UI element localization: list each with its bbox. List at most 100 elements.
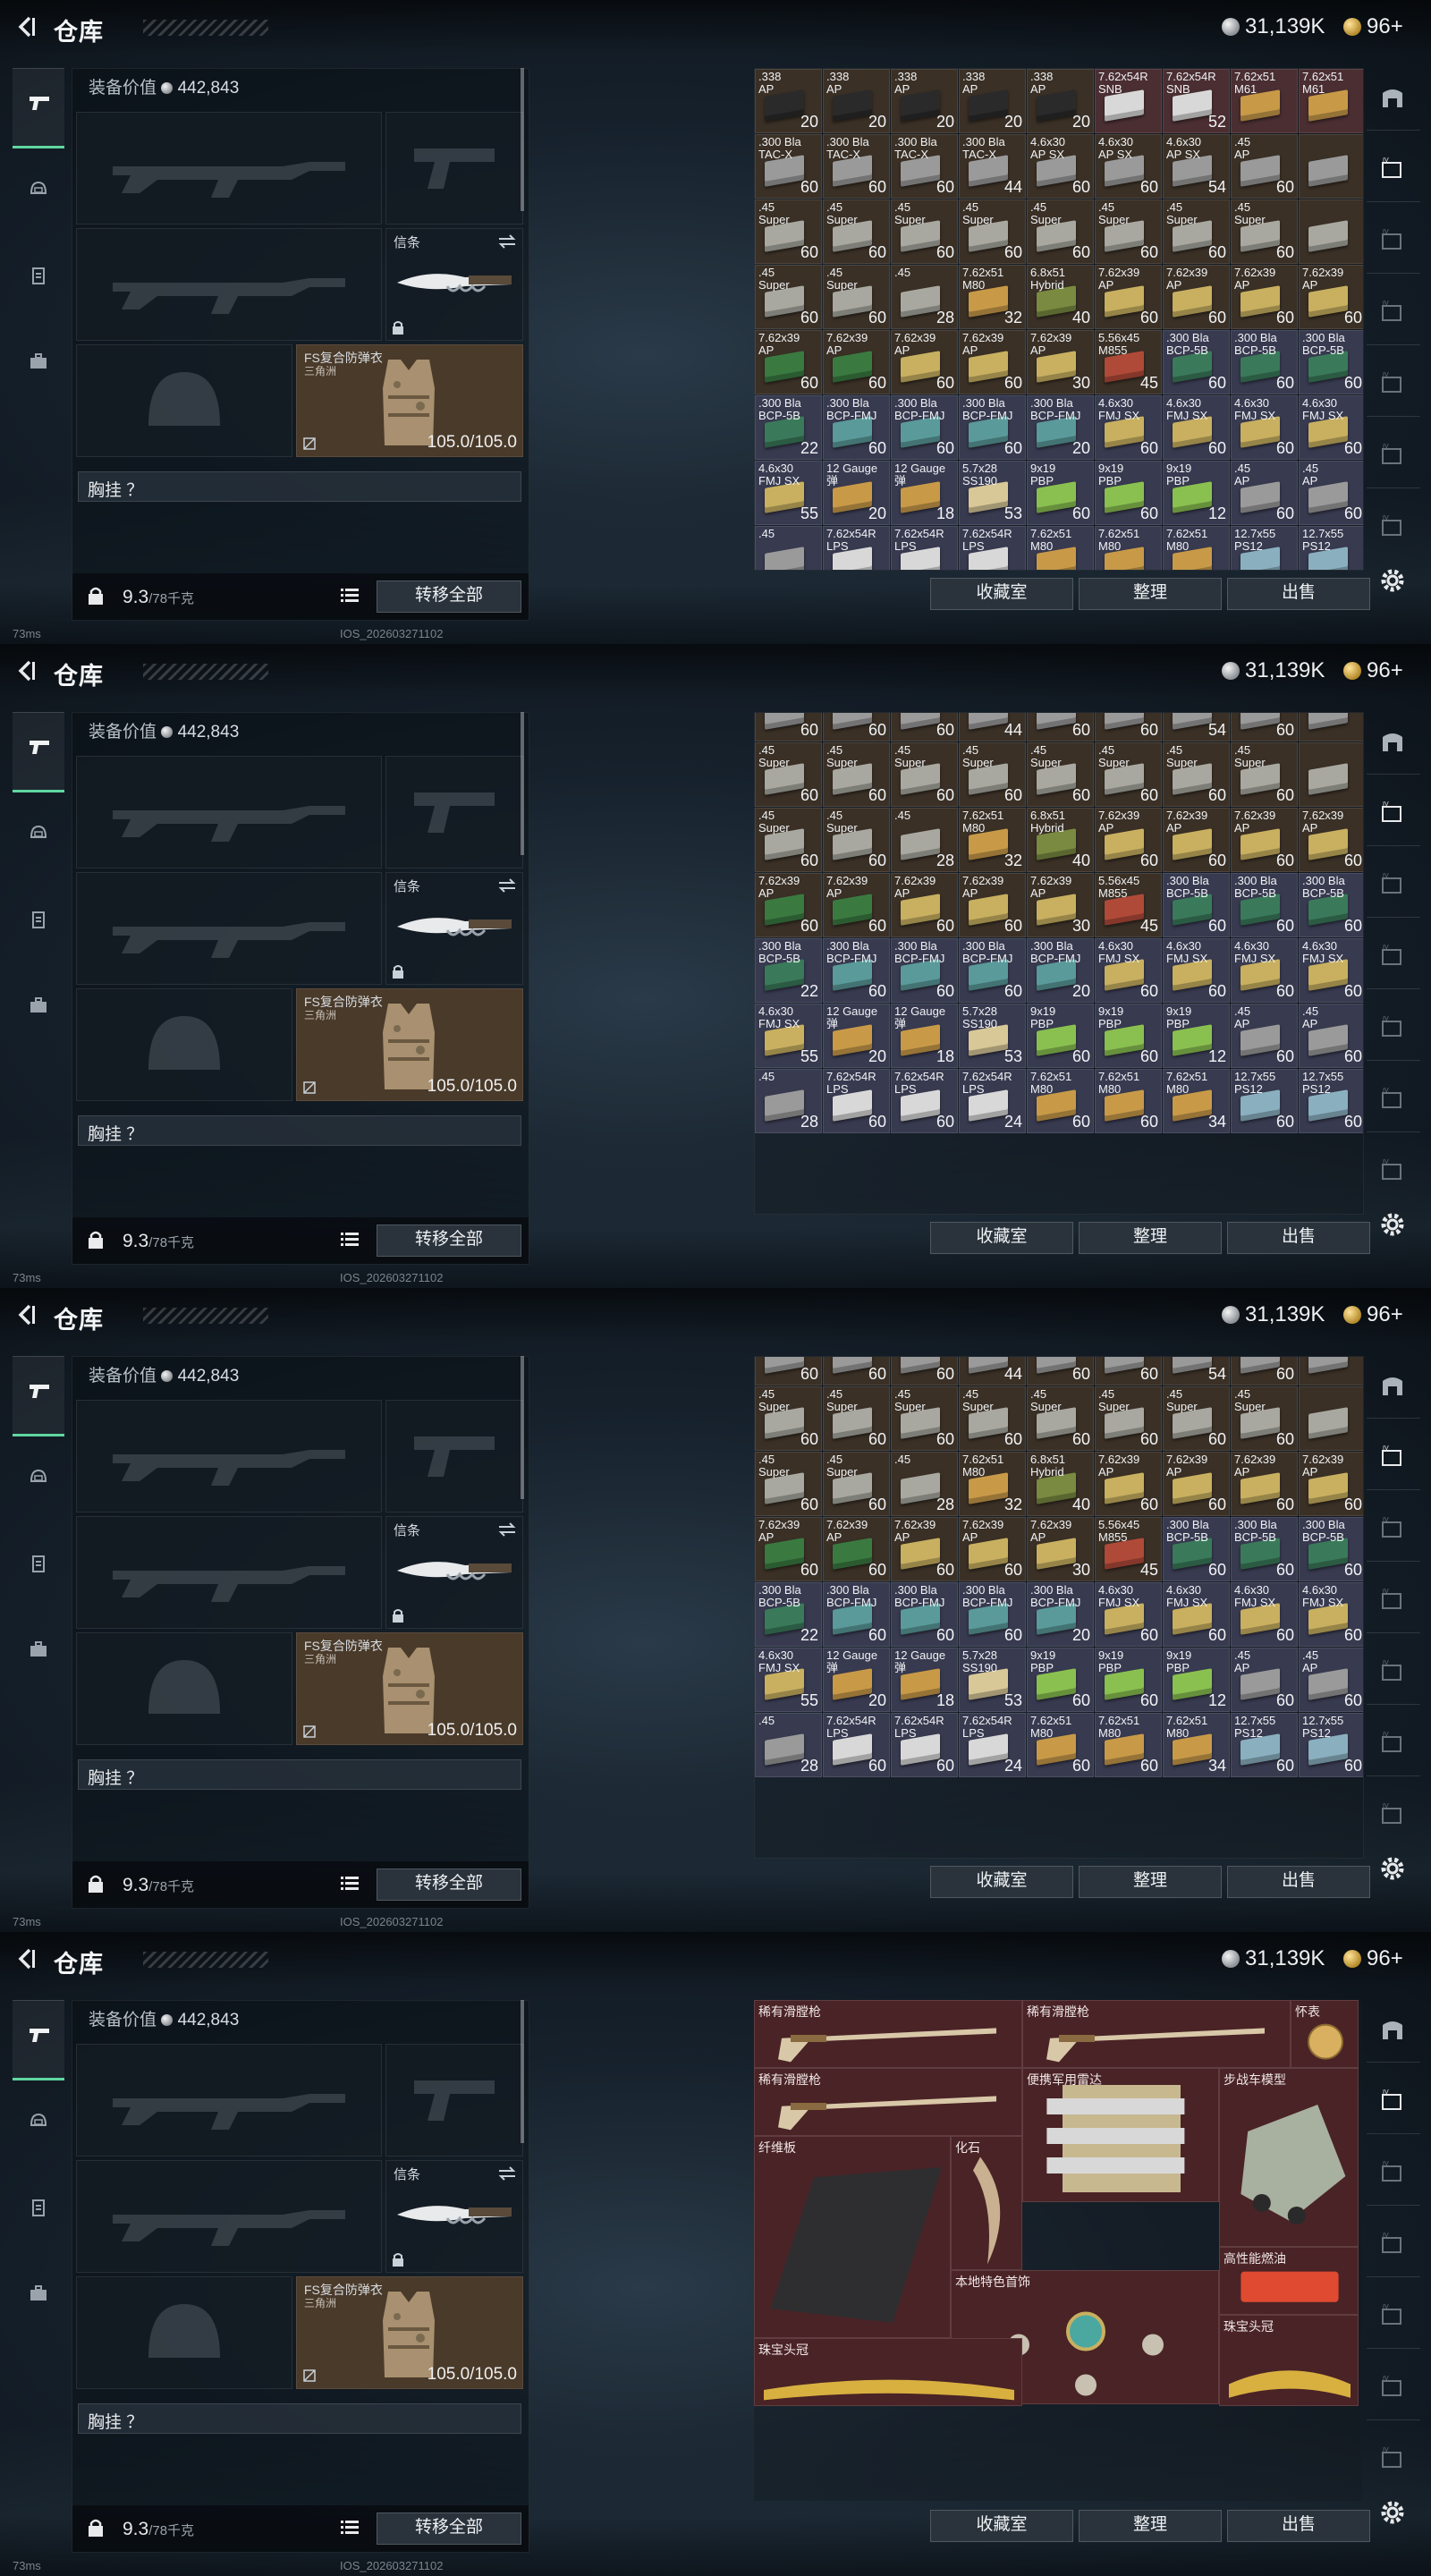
ammo-item[interactable]: 7.62x39 AP 60: [823, 1517, 890, 1581]
sell-button[interactable]: 出售: [1227, 1222, 1370, 1254]
ammo-item[interactable]: 7.62x54R LPS 60: [823, 1069, 890, 1133]
ammo-item[interactable]: 7.62x39 AP 60: [959, 330, 1026, 394]
ammo-item[interactable]: 9x19 PBP 60: [1027, 461, 1094, 525]
ammo-item[interactable]: .45 Super 60: [755, 808, 822, 872]
ammo-item[interactable]: 5.7x28 SS190 53: [959, 1648, 1026, 1712]
ammo-item[interactable]: .45 AP 60: [1299, 461, 1363, 525]
collection-item[interactable]: 稀有滑膛枪: [754, 2068, 1022, 2136]
ammo-item[interactable]: 5.7x28 SS190 53: [959, 1004, 1026, 1068]
ammo-item[interactable]: 7.62x51 M80 60: [1095, 1069, 1162, 1133]
ammo-item[interactable]: .300 Bla BCP-FMJ 60: [891, 1582, 958, 1647]
gold-currency[interactable]: 96+: [1343, 14, 1403, 39]
right-nav-item[interactable]: IV: [1367, 855, 1420, 918]
ammo-item[interactable]: 7.62x51 M80 60: [1027, 1713, 1094, 1777]
nav-weapons[interactable]: [13, 2000, 64, 2080]
secondary-weapon-slot[interactable]: [76, 228, 382, 341]
ammo-item[interactable]: .300 Bla BCP-5B 60: [1231, 330, 1298, 394]
sell-button[interactable]: 出售: [1227, 578, 1370, 610]
secondary-weapon-slot[interactable]: [76, 1516, 382, 1629]
right-nav-item[interactable]: IV: [1367, 1642, 1420, 1705]
ammo-item[interactable]: .45 AP 60: [1231, 1648, 1298, 1712]
collection-item[interactable]: 珠宝头冠: [754, 2338, 1022, 2406]
ammo-item[interactable]: 12 Gauge 弹 18: [891, 1004, 958, 1068]
ammo-item[interactable]: 7.62x39 AP 60: [823, 330, 890, 394]
ammo-item[interactable]: 60: [755, 1357, 822, 1385]
swap-icon[interactable]: [497, 1522, 517, 1537]
helmet-slot[interactable]: [76, 1632, 292, 1745]
ammo-item[interactable]: 7.62x39 AP 60: [1095, 1452, 1162, 1516]
ammo-item[interactable]: 4.6x30 FMJ SX 60: [1299, 395, 1363, 460]
ammo-item[interactable]: .300 Bla BCP-5B 60: [1299, 330, 1363, 394]
right-nav-item[interactable]: IV: [1367, 354, 1420, 417]
collection-item[interactable]: 纤维板: [754, 2136, 951, 2338]
ammo-item[interactable]: .338 AP 20: [891, 69, 958, 133]
ammo-item[interactable]: .45 Super 60: [1231, 1386, 1298, 1451]
ammo-item[interactable]: .45 Super 60: [1163, 742, 1230, 807]
ammo-item[interactable]: 4.6x30 FMJ SX 60: [1299, 938, 1363, 1003]
ammo-item[interactable]: 7.62x51 M61: [1231, 69, 1298, 133]
ammo-item[interactable]: 9x19 PBP 60: [1027, 1004, 1094, 1068]
ammo-item[interactable]: .300 Bla TAC-X 60: [891, 134, 958, 199]
ammo-item[interactable]: 7.62x54R LPS 24: [959, 1713, 1026, 1777]
ammo-item[interactable]: .45 28: [891, 808, 958, 872]
knife-slot[interactable]: 信条: [385, 1516, 523, 1629]
nav-backpack[interactable]: [13, 970, 64, 1046]
ammo-item[interactable]: 4.6x30 FMJ SX 55: [755, 1004, 822, 1068]
ammo-item[interactable]: .45 Super 60: [1027, 742, 1094, 807]
ammo-item[interactable]: 60: [1095, 713, 1162, 741]
ammo-item[interactable]: 9x19 PBP 60: [1095, 1004, 1162, 1068]
ammo-item[interactable]: .45 Super 60: [823, 742, 890, 807]
ammo-item[interactable]: 7.62x39 AP 30: [1027, 330, 1094, 394]
ammo-item[interactable]: .300 Bla BCP-FMJ 20: [1027, 938, 1094, 1003]
gear-icon[interactable]: [1377, 565, 1408, 596]
gold-currency[interactable]: 96+: [1343, 1946, 1403, 1971]
right-nav-item[interactable]: IV: [1367, 2072, 1420, 2134]
right-nav-item[interactable]: IV: [1367, 1499, 1420, 1562]
ammo-item[interactable]: 7.62x39 AP 60: [823, 873, 890, 937]
ammo-item[interactable]: 7.62x51 M80 34: [1163, 1713, 1230, 1777]
ammo-item[interactable]: 54: [1163, 1357, 1230, 1385]
ammo-item[interactable]: 9x19 PBP 60: [1027, 1648, 1094, 1712]
swap-icon[interactable]: [497, 878, 517, 893]
loadout-scrollbar[interactable]: [521, 2000, 524, 2143]
ammo-item[interactable]: 6.8x51 Hybrid 40: [1027, 1452, 1094, 1516]
collection-item[interactable]: 稀有滑膛枪: [754, 2000, 1022, 2068]
ammo-item[interactable]: 7.62x51 M80 32: [959, 1452, 1026, 1516]
helmet-slot[interactable]: [76, 2276, 292, 2389]
ammo-item[interactable]: 7.62x39 AP 60: [755, 330, 822, 394]
ammo-item[interactable]: .45 Super 60: [1095, 1386, 1162, 1451]
ammo-item[interactable]: 4.6x30 AP SX 54: [1163, 134, 1230, 199]
ammo-item[interactable]: .45 Super 60: [1231, 199, 1298, 264]
primary-weapon-slot[interactable]: [76, 756, 382, 869]
nav-weapons[interactable]: [13, 68, 64, 148]
ammo-item[interactable]: 12.7x55 PS12 60: [1299, 1069, 1363, 1133]
silver-currency[interactable]: 31,139K: [1222, 1302, 1325, 1327]
ammo-item[interactable]: 9x19 PBP 12: [1163, 1004, 1230, 1068]
ammo-item[interactable]: .45 Super 60: [891, 199, 958, 264]
ammo-item[interactable]: 7.62x39 AP 60: [1095, 265, 1162, 329]
ammo-item[interactable]: 12 Gauge 弹 20: [823, 461, 890, 525]
gear-icon[interactable]: [1377, 1209, 1408, 1240]
ammo-item[interactable]: .45 Super 60: [755, 199, 822, 264]
collection-item[interactable]: 化石: [951, 2136, 1022, 2270]
ammo-item[interactable]: 6.8x51 Hybrid 40: [1027, 265, 1094, 329]
nav-backpack[interactable]: [13, 1614, 64, 1690]
ammo-item[interactable]: .45 Super 60: [1027, 199, 1094, 264]
ammo-item[interactable]: 12 Gauge 弹 18: [891, 1648, 958, 1712]
right-nav-item[interactable]: [1367, 2000, 1420, 2063]
nav-backpack[interactable]: [13, 326, 64, 402]
ammo-item[interactable]: 7.62x39 AP 30: [1027, 1517, 1094, 1581]
chest-rig-slot[interactable]: 胸挂 ？: [78, 1759, 521, 1790]
collection-room-button[interactable]: 收藏室: [930, 1222, 1073, 1254]
ammo-item[interactable]: 4.6x30 AP SX 60: [1095, 134, 1162, 199]
ammo-item[interactable]: .45 Super 60: [823, 1386, 890, 1451]
ammo-item[interactable]: .45 AP 60: [1231, 461, 1298, 525]
ammo-item[interactable]: 5.7x28 SS190 53: [959, 461, 1026, 525]
ammo-item[interactable]: 9x19 PBP 12: [1163, 1648, 1230, 1712]
ammo-item[interactable]: 7.62x39 AP 60: [891, 330, 958, 394]
ammo-item[interactable]: 7.62x39 AP 60: [755, 1517, 822, 1581]
ammo-item[interactable]: .45 28: [755, 1069, 822, 1133]
armor-slot[interactable]: FS复合防弹衣 三角洲 105.0/105.0: [296, 988, 523, 1101]
right-nav-item[interactable]: IV: [1367, 1070, 1420, 1132]
nav-helmet[interactable]: [13, 2086, 64, 2163]
